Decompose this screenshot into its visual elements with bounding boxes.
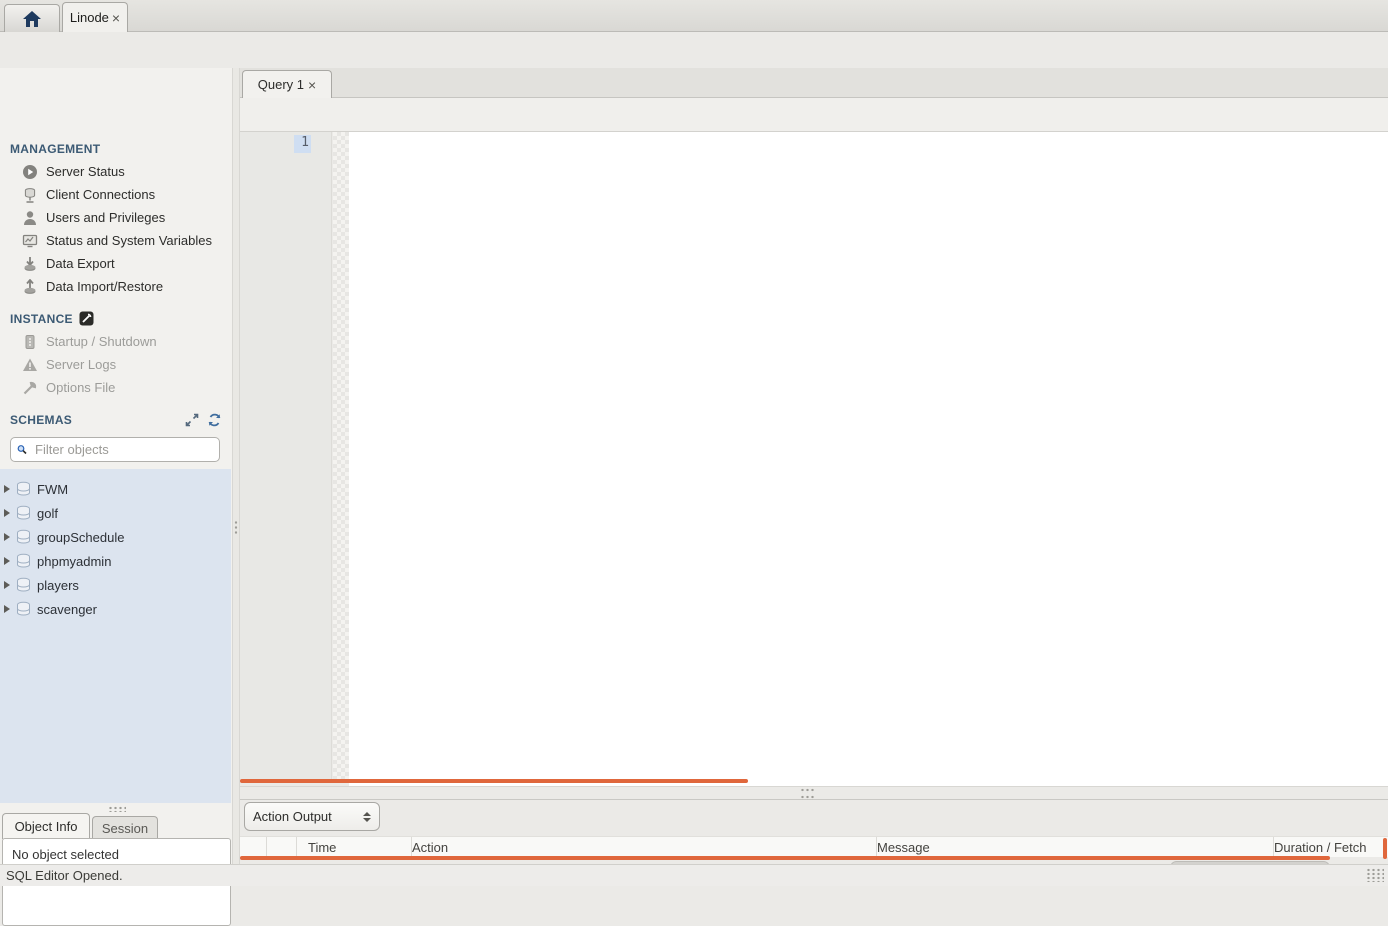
expander-icon[interactable]	[4, 605, 10, 613]
output-horizontal-scrollbar[interactable]	[240, 856, 1330, 860]
output-column-time[interactable]: Time	[297, 837, 412, 858]
schema-row-scavenger[interactable]: scavenger	[0, 597, 231, 621]
splitter-grip[interactable]	[234, 520, 238, 536]
schema-icon	[15, 505, 32, 521]
status-bar: SQL Editor Opened.	[0, 864, 1388, 886]
sidebar-item-startup-shutdown[interactable]: Startup / Shutdown	[22, 330, 230, 353]
server-box-icon	[22, 334, 38, 350]
schemas-section-header: SCHEMAS	[10, 413, 72, 427]
sidebar-item-data-export[interactable]: Data Export	[22, 252, 230, 275]
sidebar: MANAGEMENT Server Status Client Connecti…	[0, 68, 232, 864]
window-resize-grip[interactable]	[1366, 868, 1384, 882]
search-icon	[17, 442, 27, 457]
tab-query-1[interactable]: Query 1 ×	[242, 70, 332, 98]
instance-section-header-row: INSTANCE	[10, 311, 94, 326]
connection-tab-linode[interactable]: Linode ×	[62, 2, 128, 32]
schema-row-players[interactable]: players	[0, 573, 231, 597]
output-column-icon2[interactable]	[267, 837, 297, 858]
schema-row-golf[interactable]: golf	[0, 501, 231, 525]
client-connections-icon	[22, 187, 38, 203]
output-type-value: Action Output	[253, 809, 332, 824]
query-tab-label: Query 1	[258, 77, 304, 92]
wrench-badge-icon	[79, 311, 94, 326]
expander-icon[interactable]	[4, 509, 10, 517]
sidebar-splitter-handle[interactable]	[108, 806, 126, 812]
output-column-duration[interactable]: Duration / Fetch	[1263, 837, 1388, 858]
sidebar-item-server-logs[interactable]: Server Logs	[22, 353, 230, 376]
schema-row-phpmyadmin[interactable]: phpmyadmin	[0, 549, 231, 573]
schema-icon	[15, 529, 32, 545]
output-type-selector[interactable]: Action Output	[244, 802, 380, 831]
splitter-grip[interactable]	[800, 788, 816, 793]
server-status-icon	[22, 164, 38, 180]
editor-fold-margin	[333, 132, 349, 779]
close-icon[interactable]: ×	[112, 11, 120, 25]
expander-icon[interactable]	[4, 533, 10, 541]
close-icon[interactable]: ×	[308, 78, 316, 92]
schema-icon	[15, 577, 32, 593]
object-info-text: No object selected	[12, 847, 119, 862]
schema-row-fwm[interactable]: FWM	[0, 477, 231, 501]
expander-icon[interactable]	[4, 557, 10, 565]
sidebar-item-options-file[interactable]: Options File	[22, 376, 230, 399]
management-section-header: MANAGEMENT	[10, 142, 100, 156]
editor-output-splitter[interactable]	[240, 786, 1388, 800]
output-table-header: Time Action Message Duration / Fetch	[240, 836, 1388, 857]
expander-icon[interactable]	[4, 581, 10, 589]
sidebar-main-splitter[interactable]	[232, 68, 240, 864]
output-vertical-scrollbar[interactable]	[1383, 838, 1387, 859]
editor-horizontal-scrollbar[interactable]	[240, 779, 748, 783]
wrench-icon	[22, 380, 38, 396]
sidebar-item-users-privileges[interactable]: Users and Privileges	[22, 206, 230, 229]
main-toolbar: SQL SQL i	[0, 32, 1388, 68]
schema-row-groupschedule[interactable]: groupSchedule	[0, 525, 231, 549]
tab-object-info[interactable]: Object Info	[2, 813, 90, 839]
output-column-message[interactable]: Message	[866, 837, 1274, 858]
expander-icon[interactable]	[4, 485, 10, 493]
schemas-section-header-row: SCHEMAS	[10, 413, 222, 427]
schema-icon	[15, 553, 32, 569]
schema-icon	[15, 601, 32, 617]
schema-filter-input[interactable]	[33, 441, 213, 458]
line-number: 1	[294, 135, 311, 153]
refresh-icon[interactable]	[207, 413, 222, 427]
sidebar-item-system-variables[interactable]: Status and System Variables	[22, 229, 230, 252]
tab-session[interactable]: Session	[92, 816, 158, 839]
home-tab[interactable]	[4, 4, 60, 32]
output-column-action[interactable]: Action	[401, 837, 877, 858]
connection-tab-strip: Linode ×	[0, 0, 1388, 32]
selector-arrows-icon	[363, 812, 371, 822]
schema-filter[interactable]	[10, 437, 220, 462]
query-tab-strip	[240, 68, 1388, 98]
data-import-icon	[22, 279, 38, 295]
sidebar-item-data-import[interactable]: Data Import/Restore	[22, 275, 230, 298]
schema-icon	[15, 481, 32, 497]
status-text: SQL Editor Opened.	[6, 868, 123, 883]
output-column-icon1[interactable]	[240, 837, 267, 858]
editor-gutter	[240, 132, 332, 779]
sql-editor-toolbar: ¶	[240, 98, 1388, 132]
data-export-icon	[22, 256, 38, 272]
system-variables-icon	[22, 233, 38, 249]
users-icon	[22, 210, 38, 226]
expand-panel-icon[interactable]	[185, 413, 199, 427]
connection-tab-label: Linode	[70, 10, 109, 25]
warning-icon	[22, 357, 38, 373]
home-icon	[22, 10, 42, 28]
schema-list: FWM golf groupSchedule phpmya	[0, 469, 231, 803]
sidebar-item-server-status[interactable]: Server Status	[22, 160, 230, 183]
sidebar-item-client-connections[interactable]: Client Connections	[22, 183, 230, 206]
sql-editor-area[interactable]	[349, 132, 1388, 786]
instance-section-header: INSTANCE	[10, 312, 73, 326]
